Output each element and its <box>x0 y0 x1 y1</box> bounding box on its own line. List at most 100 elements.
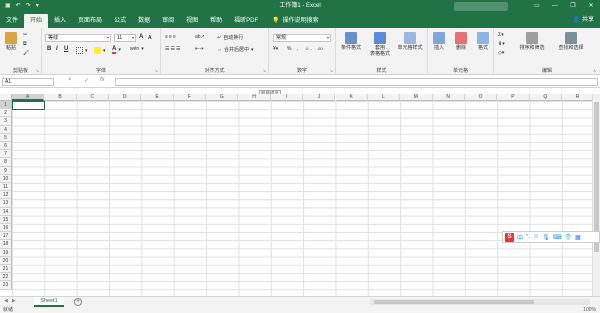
underline-button[interactable]: U <box>64 46 68 52</box>
redo-icon[interactable]: ↷ <box>26 0 31 13</box>
sheet-tab[interactable]: Sheet1 <box>34 297 64 307</box>
ime-toolbar[interactable]: S 中 °, ☺ 🎙 ⌨ 👕 ▦ <box>502 231 600 243</box>
column-header-j[interactable]: J <box>303 94 336 101</box>
copy-icon[interactable]: ⧉ <box>23 41 27 47</box>
column-header-a[interactable]: A <box>12 94 45 101</box>
row-header-14[interactable]: 14 <box>0 207 12 216</box>
formula-input[interactable] <box>115 78 598 86</box>
tab-view[interactable]: 视图 <box>180 14 204 28</box>
percent-icon[interactable]: % <box>287 46 291 52</box>
cut-icon[interactable]: ✂ <box>23 32 27 38</box>
add-sheet-icon[interactable]: + <box>74 298 82 306</box>
column-header-i[interactable]: I <box>270 94 304 101</box>
format-as-table-button[interactable]: 套用 表格格式 <box>367 32 393 57</box>
dialog-launcher-icon[interactable]: ↘ <box>263 68 266 73</box>
sort-filter-button[interactable]: 排序和筛选 <box>514 32 550 51</box>
cell-area[interactable] <box>12 101 592 296</box>
enter-icon[interactable]: ✓ <box>84 77 89 84</box>
fill-icon[interactable]: ⬇▾ <box>498 41 505 47</box>
undo-icon[interactable]: ↶ <box>16 0 21 13</box>
row-header-5[interactable]: 5 <box>0 133 12 142</box>
row-header-22[interactable]: 22 <box>0 273 12 282</box>
tab-foxit-pdf[interactable]: 福昕PDF <box>228 14 264 28</box>
column-header-q[interactable]: Q <box>529 94 562 101</box>
column-header-l[interactable]: L <box>367 94 401 101</box>
row-header-6[interactable]: 6 <box>0 142 12 151</box>
prev-sheet-icon[interactable]: ◀ <box>4 298 8 304</box>
row-header-1[interactable]: 1 <box>0 101 12 110</box>
share-button[interactable]: 👤 共享 <box>573 13 594 27</box>
vertical-scroll-thumb[interactable] <box>594 102 599 252</box>
active-cell[interactable] <box>12 101 45 110</box>
tab-home[interactable]: 开始 <box>24 14 49 28</box>
italic-button[interactable]: I <box>56 46 58 52</box>
worksheet-grid[interactable]: A B C D E F G H I J K L M N O P Q R 1 2 3 4 5 6 7 8 9 10 11 12 13 14 15 1… <box>0 94 592 296</box>
row-header-11[interactable]: 11 <box>0 183 12 192</box>
tab-insert[interactable]: 插入 <box>48 14 72 28</box>
horizontal-scroll-thumb[interactable] <box>374 300 534 304</box>
wrap-text-button[interactable]: ↵ 自动换行 <box>217 34 243 42</box>
shrink-font-button[interactable]: A <box>148 35 152 41</box>
zoom-level[interactable]: 100% <box>583 307 596 313</box>
row-header-16[interactable]: 16 <box>0 224 12 233</box>
increase-decimal-icon[interactable]: .0→ <box>305 46 312 51</box>
tab-file[interactable]: 文件 <box>0 14 24 28</box>
account-area[interactable] <box>454 2 508 11</box>
dialog-launcher-icon[interactable]: ↘ <box>155 68 158 73</box>
column-header-o[interactable]: O <box>464 94 498 101</box>
column-header-e[interactable]: E <box>141 94 174 101</box>
column-header-f[interactable]: F <box>173 94 207 101</box>
row-header-12[interactable]: 12 <box>0 191 12 200</box>
row-header-18[interactable]: 18 <box>0 240 12 249</box>
ime-mode[interactable]: 中 <box>517 233 523 242</box>
font-size-select[interactable]: 11 ▾ <box>114 34 136 42</box>
row-header-15[interactable]: 15 <box>0 215 12 224</box>
insert-cells-button[interactable]: 插入 <box>428 32 450 51</box>
close-icon[interactable]: ✕ <box>582 0 600 13</box>
row-header-19[interactable]: 19 <box>0 248 12 257</box>
cell-styles-button[interactable]: 单元格样式 <box>394 32 426 51</box>
minimize-icon[interactable]: — <box>546 0 564 13</box>
column-header-k[interactable]: K <box>335 94 368 101</box>
column-header-r[interactable]: R <box>561 94 592 101</box>
name-box[interactable]: A1 <box>2 78 54 86</box>
comma-icon[interactable]: , <box>297 46 298 52</box>
row-header-2[interactable]: 2 <box>0 109 12 118</box>
align-top-icon[interactable]: ≡≡≡ <box>165 34 177 40</box>
decrease-decimal-icon[interactable]: .00 <box>317 46 323 51</box>
indent-icon[interactable]: ⇤⇥ <box>195 46 203 52</box>
keyboard-icon[interactable]: ⌨ <box>553 234 562 241</box>
font-color-button[interactable]: A ▾ <box>112 46 121 54</box>
column-header-d[interactable]: D <box>109 94 142 101</box>
microphone-icon[interactable]: 🎙 <box>542 234 550 241</box>
format-painter-icon[interactable]: 🖌 <box>23 50 29 56</box>
save-icon[interactable]: ▣ <box>5 0 11 13</box>
grow-font-button[interactable]: A <box>139 34 143 40</box>
row-header-10[interactable]: 10 <box>0 174 12 183</box>
select-all-button[interactable] <box>0 94 12 101</box>
toolbox-icon[interactable]: ▦ <box>575 234 581 241</box>
punctuation-icon[interactable]: °, <box>526 234 530 240</box>
cancel-icon[interactable]: × <box>68 77 72 83</box>
emoji-icon[interactable]: ☺ <box>533 234 539 240</box>
column-header-g[interactable]: G <box>206 94 239 101</box>
merge-center-button[interactable]: ⇔ 合并后居中 ▾ <box>217 46 254 54</box>
autosum-icon[interactable]: Σ▾ <box>498 32 504 38</box>
find-select-button[interactable]: 查找和选择 <box>552 32 590 51</box>
font-name-select[interactable]: 等线 ▾ <box>45 34 111 42</box>
row-header-20[interactable]: 20 <box>0 256 12 265</box>
column-header-n[interactable]: N <box>432 94 465 101</box>
column-header-c[interactable]: C <box>76 94 110 101</box>
horizontal-scrollbar[interactable] <box>370 299 590 305</box>
column-header-m[interactable]: M <box>400 94 433 101</box>
row-header-3[interactable]: 3 <box>0 117 12 126</box>
collapse-ribbon-icon[interactable]: ∧ <box>593 68 596 73</box>
phonetic-button[interactable]: wén ▾ <box>130 46 144 52</box>
row-header-13[interactable]: 13 <box>0 199 12 208</box>
column-header-b[interactable]: B <box>44 94 77 101</box>
row-header-21[interactable]: 21 <box>0 265 12 274</box>
restore-icon[interactable]: ❐ <box>564 0 582 13</box>
number-format-select[interactable]: 常规 ▾ <box>273 34 331 42</box>
borders-icon[interactable]: ▾ <box>76 47 88 54</box>
tab-data[interactable]: 数据 <box>132 14 156 28</box>
